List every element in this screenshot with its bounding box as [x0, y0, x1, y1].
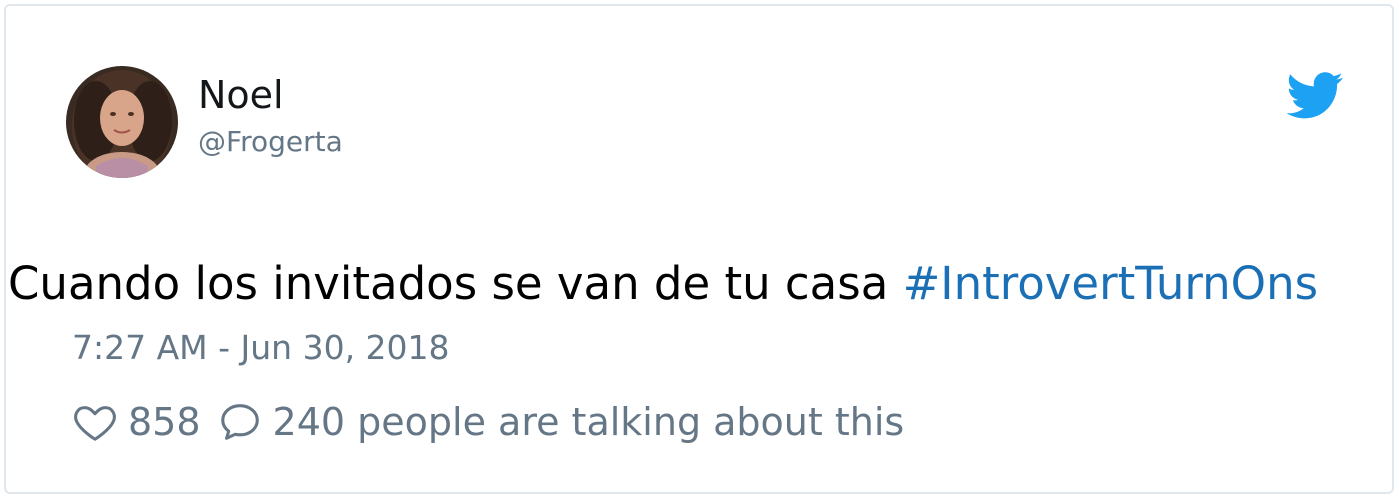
speech-bubble-icon-svg [220, 404, 259, 440]
tweet-timestamp[interactable]: 7:27 AM - Jun 30, 2018 [72, 326, 450, 370]
display-name[interactable]: Noel [198, 72, 284, 118]
twitter-bird-icon-svg [1286, 72, 1343, 119]
tweet-text: Cuando los invitados se van de tu casa #… [8, 254, 1318, 314]
heart-outline-icon[interactable] [72, 399, 118, 445]
heart-outline-icon-svg [74, 406, 116, 441]
tweet-body: Cuando los invitados se van de tu casa [8, 257, 889, 310]
avatar[interactable] [66, 66, 178, 178]
tweet-actions: 858 240 people are talking about this [72, 394, 904, 450]
like-count[interactable]: 858 [128, 400, 201, 444]
speech-bubble-icon[interactable] [217, 399, 263, 445]
avatar-image [66, 66, 178, 178]
hashtag-link[interactable]: #IntrovertTurnOns [903, 257, 1318, 310]
tweet-card[interactable]: Noel @Frogerta Cuando los invitados se v… [4, 4, 1394, 494]
twitter-bird-icon[interactable] [1286, 72, 1344, 120]
user-handle[interactable]: @Frogerta [198, 124, 343, 160]
talking-about-text[interactable]: 240 people are talking about this [273, 400, 905, 444]
